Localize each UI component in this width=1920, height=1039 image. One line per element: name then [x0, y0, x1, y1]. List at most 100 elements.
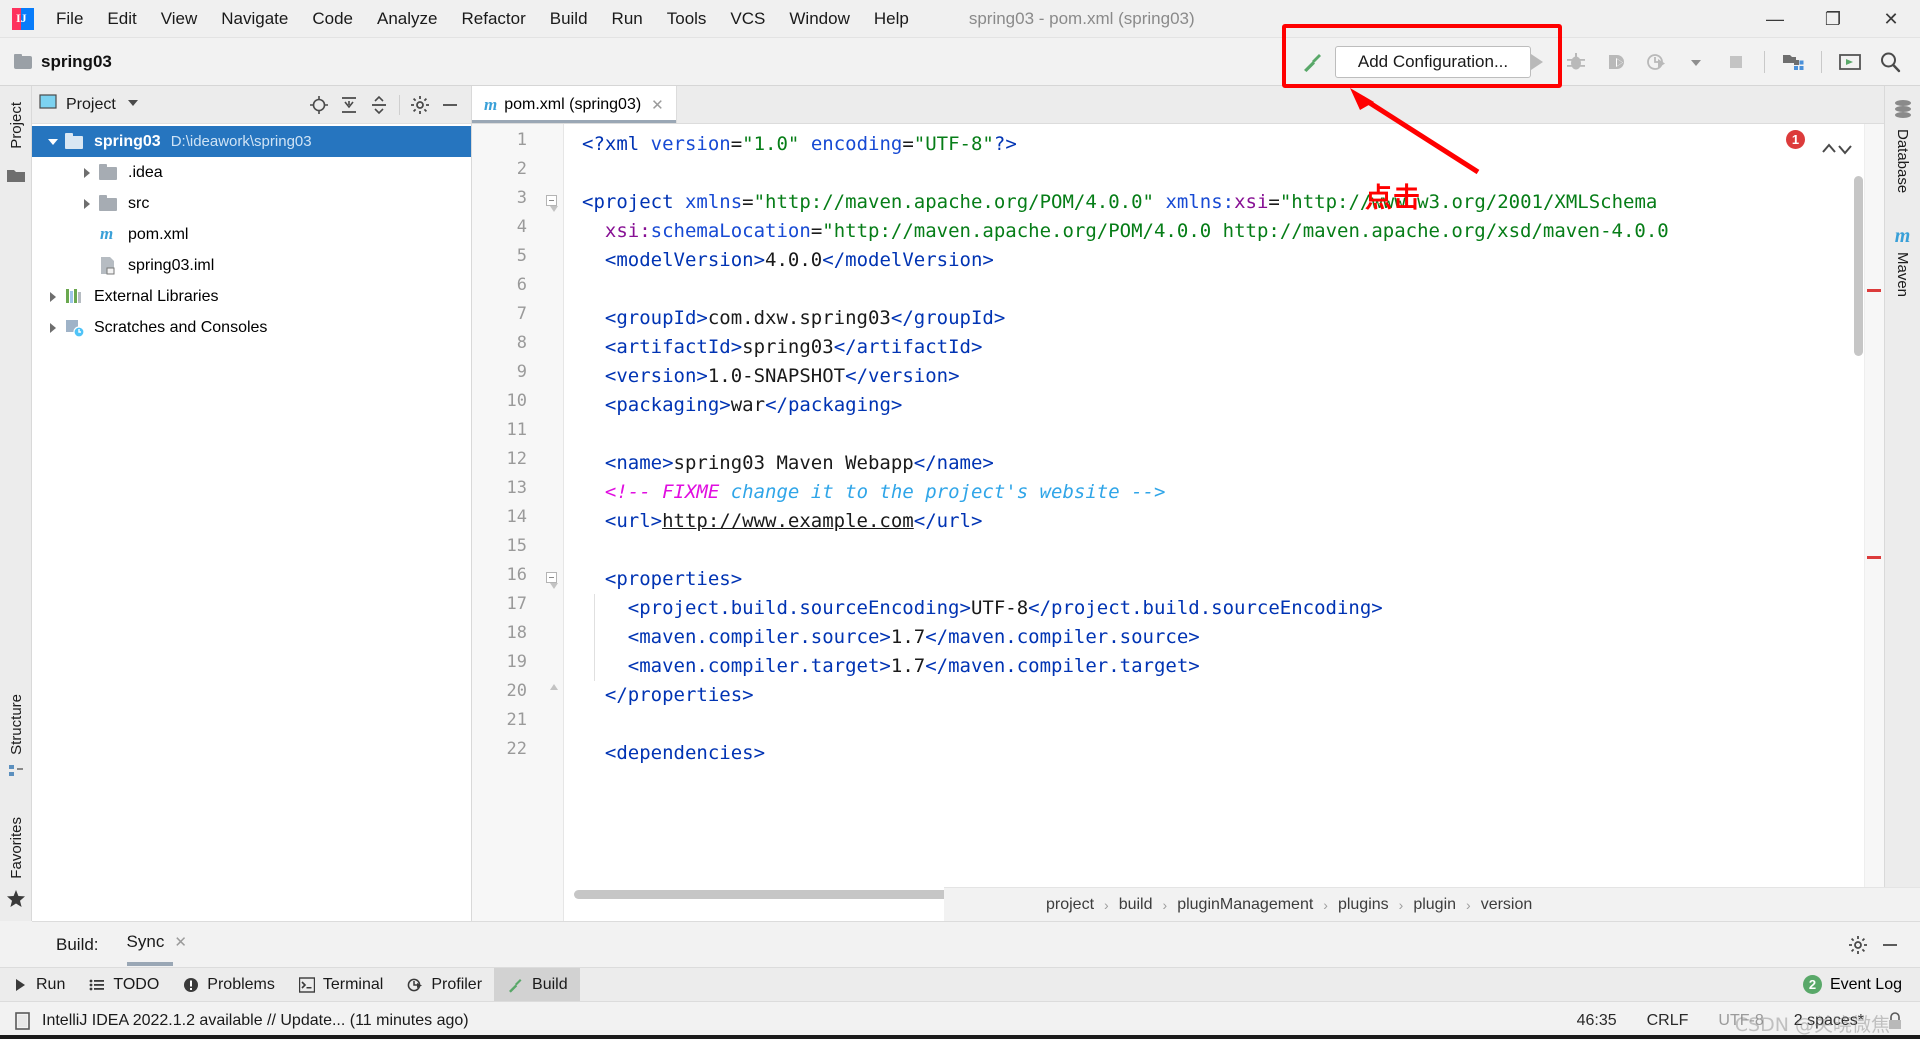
menu-item-navigate[interactable]: Navigate: [209, 0, 300, 38]
tree-node--idea[interactable]: .idea: [32, 157, 471, 188]
caret-position[interactable]: 46:35: [1577, 1012, 1617, 1030]
add-configuration-button[interactable]: Add Configuration...: [1335, 46, 1531, 78]
sidebar-item-favorites[interactable]: Favorites: [6, 811, 26, 915]
inspection-status[interactable]: 1: [1786, 130, 1852, 155]
hammer-icon[interactable]: [1295, 45, 1329, 79]
menu-item-refactor[interactable]: Refactor: [449, 0, 537, 38]
tree-node-spring03[interactable]: spring03 D:\ideawork\spring03: [32, 126, 471, 157]
expand-all-icon[interactable]: [334, 90, 364, 120]
file-encoding[interactable]: UTF-8: [1718, 1012, 1763, 1030]
tree-node-external-libraries[interactable]: External Libraries: [32, 281, 471, 312]
module-folder-icon[interactable]: [6, 161, 26, 191]
chevron-down-icon[interactable]: [126, 95, 140, 114]
bottom-tab-profiler[interactable]: Profiler: [395, 968, 494, 1002]
code-line[interactable]: <modelVersion>4.0.0</modelVersion>: [582, 246, 994, 275]
tree-node-scratches-and-consoles[interactable]: Scratches and Consoles: [32, 312, 471, 343]
sidebar-item-maven[interactable]: Maven: [1894, 252, 1911, 297]
menu-item-code[interactable]: Code: [300, 0, 365, 38]
breadcrumb[interactable]: project › build › pluginManagement › plugins › p…: [944, 887, 1920, 921]
status-message[interactable]: IntelliJ IDEA 2022.1.2 available // Upda…: [42, 1012, 469, 1030]
hide-icon[interactable]: [1874, 929, 1906, 961]
bottom-tool-bar[interactable]: Run TODO Problems Terminal Profiler Build 2 Eve…: [0, 967, 1920, 1002]
menu-item-vcs[interactable]: VCS: [718, 0, 777, 38]
close-button[interactable]: ✕: [1862, 0, 1920, 38]
code-line[interactable]: <project.build.sourceEncoding>UTF-8</pro…: [582, 594, 1383, 623]
menu-item-file[interactable]: File: [44, 0, 95, 38]
menu-item-analyze[interactable]: Analyze: [365, 0, 449, 38]
chevron-right-icon[interactable]: [42, 291, 64, 302]
menu-item-view[interactable]: View: [149, 0, 210, 38]
code-line[interactable]: <?xml version="1.0" encoding="UTF-8"?>: [582, 130, 1017, 159]
magnifier-icon[interactable]: [1873, 45, 1907, 79]
breadcrumb-item-build[interactable]: build: [1119, 896, 1153, 914]
run-with-coverage-icon[interactable]: [1599, 45, 1633, 79]
window-controls[interactable]: — ❐ ✕: [1746, 0, 1920, 38]
editor-tabs[interactable]: m pom.xml (spring03) ✕: [472, 86, 1884, 124]
code-line[interactable]: <properties>: [582, 565, 742, 594]
code-line[interactable]: <!-- FIXME change it to the project's we…: [582, 478, 1166, 507]
code-line[interactable]: <name>spring03 Maven Webapp</name>: [582, 449, 994, 478]
menu-item-build[interactable]: Build: [538, 0, 600, 38]
build-tab-sync[interactable]: Sync ✕: [126, 932, 187, 966]
tree-node-pom-xml[interactable]: m pom.xml: [32, 219, 471, 250]
settings-gear-icon[interactable]: [405, 90, 435, 120]
maximize-button[interactable]: ❐: [1804, 0, 1862, 38]
breadcrumb-item-plugins[interactable]: plugins: [1338, 896, 1389, 914]
minimize-button[interactable]: —: [1746, 0, 1804, 38]
menu-item-tools[interactable]: Tools: [655, 0, 719, 38]
indent-setting[interactable]: 2 spaces*: [1794, 1012, 1864, 1030]
menu-item-help[interactable]: Help: [862, 0, 921, 38]
vertical-scrollbar[interactable]: [1854, 176, 1863, 356]
profile-icon[interactable]: [1639, 45, 1673, 79]
bottom-tab-build[interactable]: Build: [494, 967, 580, 1002]
close-icon[interactable]: ✕: [651, 96, 664, 114]
chevron-right-icon[interactable]: [76, 198, 98, 209]
stop-icon[interactable]: [1719, 45, 1753, 79]
breadcrumb-item-pluginmanagement[interactable]: pluginManagement: [1177, 896, 1313, 914]
error-stripe-mark[interactable]: [1867, 289, 1881, 292]
breadcrumb-item-plugin[interactable]: plugin: [1413, 896, 1456, 914]
menu-bar[interactable]: File Edit View Navigate Code Analyze Refactor B…: [44, 0, 921, 38]
sidebar-item-structure[interactable]: Structure: [8, 688, 25, 785]
bottom-tab-run[interactable]: Run: [0, 968, 77, 1002]
code-line[interactable]: <packaging>war</packaging>: [582, 391, 902, 420]
editor-gutter[interactable]: 1 2 3 4 5 6 7 8 9 10 11 12 13 14 15 16 17 18 19 20 21 22: [472, 124, 564, 921]
project-structure-icon[interactable]: [1776, 45, 1810, 79]
project-tree[interactable]: spring03 D:\ideawork\spring03 .idea src m pom…: [32, 124, 471, 343]
hide-icon[interactable]: [435, 90, 465, 120]
chevron-down-icon[interactable]: [1679, 45, 1713, 79]
settings-gear-icon[interactable]: [1842, 929, 1874, 961]
line-separator[interactable]: CRLF: [1647, 1012, 1689, 1030]
bottom-tab-todo[interactable]: TODO: [77, 968, 171, 1002]
chevron-down-icon[interactable]: [42, 138, 64, 145]
menu-item-window[interactable]: Window: [777, 0, 861, 38]
tree-node-src[interactable]: src: [32, 188, 471, 219]
breadcrumb-item-project[interactable]: project: [1046, 896, 1094, 914]
project-chip[interactable]: spring03: [14, 52, 112, 72]
chevron-right-icon[interactable]: [42, 322, 64, 333]
run-icon[interactable]: [1519, 45, 1553, 79]
bottom-tab-problems[interactable]: Problems: [171, 968, 287, 1002]
fold-marker-icon[interactable]: [546, 572, 559, 589]
fold-end-icon[interactable]: [546, 684, 559, 701]
sidebar-item-project[interactable]: Project: [8, 92, 25, 155]
tree-node-spring03-iml[interactable]: spring03.iml: [32, 250, 471, 281]
code-line[interactable]: <maven.compiler.target>1.7</maven.compil…: [582, 652, 1200, 681]
code-line[interactable]: <project xmlns="http://maven.apache.org/…: [582, 188, 1657, 217]
lock-icon[interactable]: [1886, 1011, 1904, 1031]
locate-icon[interactable]: [304, 90, 334, 120]
code-line[interactable]: <url>http://www.example.com</url>: [582, 507, 983, 536]
fold-marker-icon[interactable]: [546, 195, 559, 212]
search-everywhere-icon[interactable]: [1833, 45, 1867, 79]
breadcrumb-item-version[interactable]: version: [1481, 896, 1533, 914]
event-log-button[interactable]: 2 Event Log: [1802, 975, 1920, 994]
collapse-all-icon[interactable]: [364, 90, 394, 120]
error-stripe-column[interactable]: [1864, 124, 1884, 921]
code-line[interactable]: <groupId>com.dxw.spring03</groupId>: [582, 304, 1005, 333]
bottom-tab-terminal[interactable]: Terminal: [287, 968, 395, 1002]
code-content[interactable]: <?xml version="1.0" encoding="UTF-8"?> <p…: [564, 124, 1884, 921]
debug-icon[interactable]: [1559, 45, 1593, 79]
close-icon[interactable]: ✕: [174, 933, 187, 951]
code-line[interactable]: xsi:schemaLocation="http://maven.apache.…: [582, 217, 1669, 246]
chevron-right-icon[interactable]: [76, 167, 98, 178]
